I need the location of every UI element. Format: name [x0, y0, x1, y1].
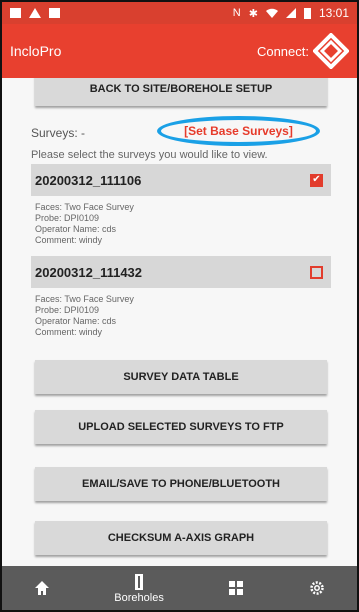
survey-name: 20200312_111432: [35, 264, 143, 280]
nav-home[interactable]: [33, 579, 51, 597]
bottom-nav: Boreholes: [2, 566, 357, 610]
survey-probe: Probe: DPI0109: [35, 213, 100, 223]
nav-boreholes[interactable]: Boreholes: [114, 573, 164, 604]
survey-row-2[interactable]: 20200312_111432: [31, 256, 331, 288]
app-bar: IncloPro Connect:: [2, 24, 357, 78]
survey-row-1[interactable]: 20200312_111106 ✔: [31, 164, 331, 196]
email-save-button[interactable]: EMAIL/SAVE TO PHONE/BLUETOOTH: [35, 467, 327, 501]
main-content: BACK TO SITE/BOREHOLE SETUP Surveys: - […: [2, 78, 357, 570]
status-bar: N ✱ 13:01: [2, 2, 357, 24]
settings-gear-icon: [309, 581, 324, 595]
set-base-surveys-highlight: [Set Base Surveys]: [157, 116, 320, 146]
battery-icon: [303, 7, 311, 19]
survey-comment: Comment: windy: [35, 327, 103, 337]
surveys-label: Surveys: -: [31, 126, 86, 140]
survey-faces: Faces: Two Face Survey: [35, 202, 134, 212]
nfc-icon: N: [232, 7, 241, 19]
connect-control[interactable]: Connect:: [257, 33, 349, 69]
grid-icon: [228, 581, 243, 595]
survey-faces: Faces: Two Face Survey: [35, 294, 134, 304]
app-title: IncloPro: [10, 43, 62, 59]
survey-comment: Comment: windy: [35, 235, 103, 245]
set-base-surveys-link[interactable]: [Set Base Surveys]: [184, 124, 293, 138]
status-right-icons: N ✱ 13:01: [233, 6, 349, 20]
checkmark-icon: ✔: [312, 174, 321, 185]
notification-icon: [10, 8, 21, 18]
borehole-icon: [135, 573, 144, 590]
app-frame: N ✱ 13:01 IncloPro Connect: BACK TO SITE…: [0, 0, 359, 612]
alert-icon: [29, 8, 41, 18]
survey-operator: Operator Name: cds: [35, 224, 117, 234]
survey-checkbox-checked[interactable]: ✔: [310, 173, 323, 187]
survey-probe: Probe: DPI0109: [35, 305, 100, 315]
survey-select-hint: Please select the surveys you would like…: [31, 149, 268, 161]
status-time: 13:01: [318, 6, 349, 20]
survey-name: 20200312_111106: [35, 172, 142, 188]
nav-boreholes-label: Boreholes: [114, 591, 164, 604]
nav-settings[interactable]: [308, 579, 326, 597]
surveys-header: Surveys: - [Set Base Surveys]: [31, 116, 331, 146]
survey-details-1: Faces: Two Face Survey Probe: DPI0109 Op…: [35, 202, 134, 246]
connect-label: Connect:: [256, 43, 309, 59]
survey-checkbox-unchecked[interactable]: [310, 265, 323, 279]
wifi-icon: [265, 8, 278, 18]
diamond-logo-icon[interactable]: [313, 33, 349, 69]
image-icon: [49, 8, 60, 18]
nav-grid[interactable]: [227, 579, 245, 597]
back-to-setup-button[interactable]: BACK TO SITE/BOREHOLE SETUP: [35, 78, 327, 106]
survey-operator: Operator Name: cds: [35, 316, 117, 326]
survey-details-2: Faces: Two Face Survey Probe: DPI0109 Op…: [35, 294, 134, 338]
survey-data-table-button[interactable]: SURVEY DATA TABLE: [35, 360, 327, 394]
signal-icon: [285, 8, 296, 18]
checksum-graph-button[interactable]: CHECKSUM A-AXIS GRAPH: [35, 521, 327, 555]
status-left-icons: [10, 8, 60, 18]
bluetooth-icon: ✱: [248, 7, 258, 20]
upload-ftp-button[interactable]: UPLOAD SELECTED SURVEYS TO FTP: [35, 410, 327, 444]
home-icon: [35, 581, 50, 595]
